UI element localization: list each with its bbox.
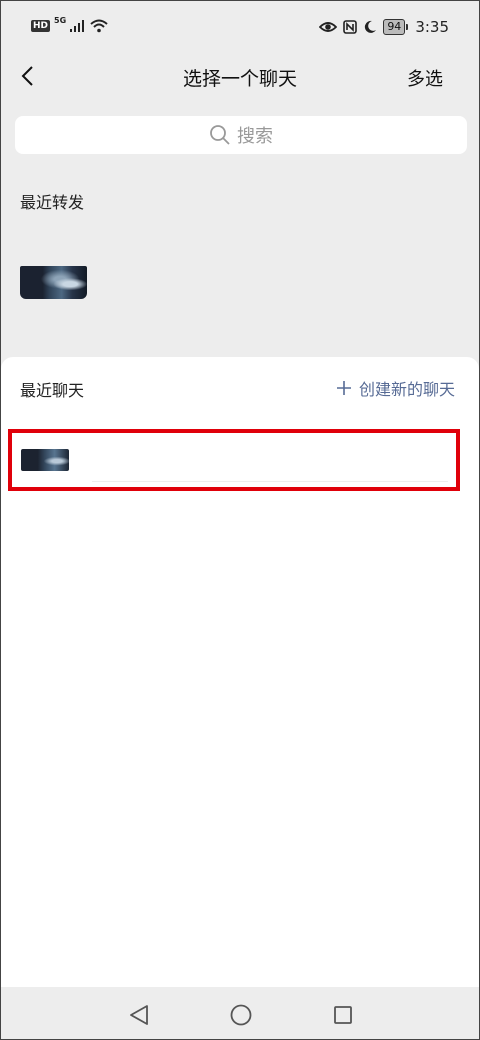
network-type: 5G <box>54 16 67 25</box>
create-new-chat-button[interactable]: 创建新的聊天 <box>336 376 455 400</box>
triangle-back-icon <box>130 1005 148 1025</box>
clock: 3:35 <box>415 18 449 36</box>
search-icon <box>210 125 230 145</box>
nfc-icon <box>343 20 358 34</box>
status-right: 94 3:35 <box>319 18 449 36</box>
navigation-bar <box>1 989 479 1039</box>
chat-row[interactable] <box>8 429 460 491</box>
multi-select-button[interactable]: 多选 <box>407 65 443 91</box>
nav-recents-button[interactable] <box>331 1003 355 1027</box>
hd-badge: HD <box>31 20 51 32</box>
status-bar: HD 5G 94 3:35 <box>1 1 479 53</box>
nav-back-button[interactable] <box>127 1003 151 1027</box>
signal-icon <box>70 20 85 32</box>
recent-forward-title: 最近转发 <box>20 193 85 212</box>
circle-home-icon <box>230 1004 252 1026</box>
recent-chats-panel: 最近聊天 创建新的聊天 <box>1 357 479 987</box>
nav-home-button[interactable] <box>229 1003 253 1027</box>
chat-avatar <box>21 449 69 471</box>
header: 选择一个聊天 多选 <box>1 53 479 101</box>
search-input[interactable]: 搜索 <box>15 116 467 154</box>
moon-icon <box>365 20 377 33</box>
plus-icon <box>336 381 351 395</box>
search-placeholder: 搜索 <box>237 126 273 147</box>
screen: HD 5G 94 3:35 选择一个聊天 多选 搜索 最近转发 最近聊天 创建新… <box>0 0 480 1040</box>
recent-forward-avatar[interactable] <box>20 266 87 299</box>
wifi-icon <box>90 19 108 33</box>
create-new-chat-label: 创建新的聊天 <box>358 380 455 399</box>
square-recents-icon <box>334 1006 352 1024</box>
eye-icon <box>319 22 338 32</box>
status-left: HD 5G <box>31 16 108 33</box>
battery-indicator: 94 <box>383 19 409 35</box>
chat-divider <box>92 481 448 482</box>
recent-chats-title: 最近聊天 <box>20 381 85 400</box>
